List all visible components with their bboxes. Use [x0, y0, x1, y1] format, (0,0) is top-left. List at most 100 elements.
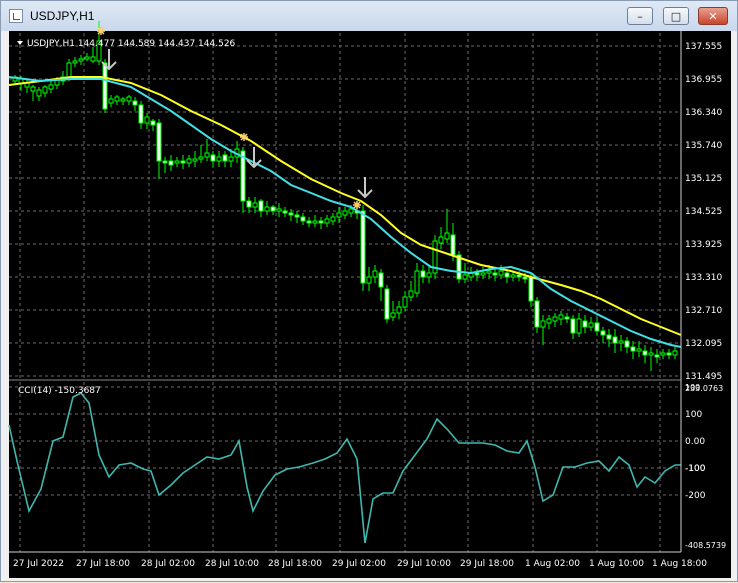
price-tick: 133.925	[685, 240, 722, 250]
candle-body	[402, 296, 408, 308]
candle-body	[480, 272, 486, 276]
candle-body	[168, 160, 174, 166]
candle-body	[294, 214, 300, 218]
candle-body	[672, 350, 678, 356]
price-tick: 132.710	[685, 306, 722, 316]
candle-body	[324, 218, 330, 224]
candle-body	[30, 86, 36, 92]
candle-body	[624, 340, 630, 348]
candle-body	[204, 152, 210, 158]
candle-body	[252, 202, 258, 208]
candle-body	[636, 348, 642, 352]
time-tick: 28 Jul 18:00	[268, 559, 322, 569]
candle-body	[114, 96, 120, 102]
candle-body	[606, 334, 612, 340]
price-tick: 137.555	[685, 42, 722, 52]
sell-arrow-icon	[357, 177, 373, 199]
candle-body	[306, 220, 312, 224]
candle-body	[162, 160, 168, 164]
candle-body	[186, 158, 192, 164]
price-tick: 134.525	[685, 207, 722, 217]
candle-body	[462, 274, 468, 280]
candle-body	[360, 210, 366, 284]
candle-body	[336, 212, 342, 218]
time-tick: 29 Jul 18:00	[460, 559, 514, 569]
cci-level-label: -100	[685, 464, 706, 474]
candle-body	[408, 290, 414, 298]
candle-body	[258, 200, 264, 212]
candle-body	[36, 89, 42, 97]
candle-body	[330, 216, 336, 222]
cci-level-label: 100	[685, 383, 700, 392]
candle-body	[444, 232, 450, 240]
candle-body	[228, 156, 234, 162]
candle-body	[648, 352, 654, 356]
time-tick: 1 Aug 02:00	[525, 559, 580, 569]
candle-body	[318, 220, 324, 224]
candle-body	[576, 318, 582, 334]
candle-body	[438, 236, 444, 244]
candle-body	[558, 314, 564, 320]
candle-body	[282, 210, 288, 214]
time-tick: 28 Jul 10:00	[205, 559, 259, 569]
price-chart[interactable]: USDJPY,H1 144.477 144.589 144.437 144.52…	[1, 1, 738, 583]
candle-body	[486, 270, 492, 274]
price-tick: 136.955	[685, 75, 722, 85]
symbol-info: USDJPY,H1 144.477 144.589 144.437 144.52…	[27, 39, 236, 49]
dropdown-triangle-icon[interactable]	[17, 41, 23, 45]
price-tick: 136.340	[685, 108, 722, 118]
candle-body	[276, 208, 282, 212]
candle-body	[552, 316, 558, 322]
candle-body	[138, 104, 144, 124]
time-tick: 29 Jul 10:00	[397, 559, 451, 569]
cci-level-label: -200	[685, 491, 706, 501]
candle-body	[84, 56, 90, 60]
candle-body	[546, 318, 552, 324]
candle-body	[420, 270, 426, 278]
time-tick: 1 Aug 18:00	[652, 559, 707, 569]
candle-body	[390, 312, 396, 318]
cci-label: CCI(14) -150.3687	[18, 386, 101, 396]
candle-body	[48, 84, 54, 90]
candle-body	[618, 340, 624, 344]
candle-body	[192, 158, 198, 162]
candle-body	[528, 276, 534, 302]
candle-body	[540, 320, 546, 328]
candle-body	[210, 154, 216, 162]
candle-body	[516, 274, 522, 278]
time-tick: 1 Aug 10:00	[589, 559, 644, 569]
candle-body	[78, 58, 84, 62]
signal-star-icon	[97, 27, 105, 35]
candle-body	[372, 270, 378, 278]
candle-body	[384, 288, 390, 320]
candlesticks	[12, 21, 678, 371]
candle-body	[102, 62, 108, 110]
candle-body	[90, 56, 96, 62]
candle-body	[246, 200, 252, 208]
candle-body	[144, 116, 150, 124]
candle-body	[156, 122, 162, 162]
time-tick: 28 Jul 02:00	[141, 559, 195, 569]
candle-body	[312, 220, 318, 224]
candle-body	[120, 98, 126, 102]
candle-body	[474, 272, 480, 276]
time-tick: 27 Jul 2022	[13, 559, 64, 569]
candle-body	[504, 272, 510, 278]
candle-body	[582, 320, 588, 328]
candle-body	[564, 316, 570, 320]
candle-body	[174, 160, 180, 164]
time-tick: 27 Jul 18:00	[76, 559, 130, 569]
candle-body	[534, 300, 540, 328]
candle-body	[510, 274, 516, 278]
candle-body	[666, 352, 672, 356]
candle-body	[414, 270, 420, 294]
candle-body	[108, 98, 114, 104]
candle-body	[642, 350, 648, 356]
candle-body	[396, 306, 402, 314]
candle-body	[180, 160, 186, 164]
candle-body	[270, 206, 276, 212]
price-tick: 132.095	[685, 339, 722, 349]
candle-body	[612, 336, 618, 344]
candle-body	[498, 270, 504, 276]
candle-body	[630, 346, 636, 352]
